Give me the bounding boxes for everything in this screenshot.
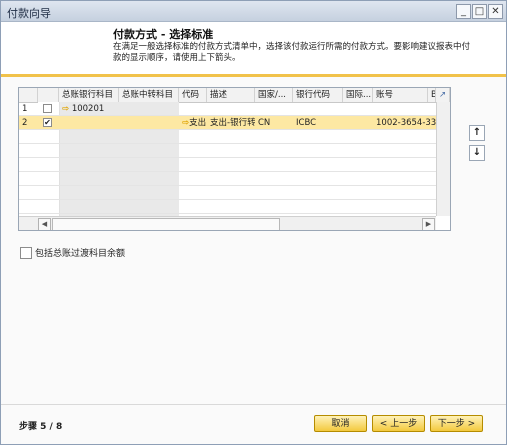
next-button[interactable]: 下一步 > [430,415,483,432]
desc-cell[interactable]: 支出-银行转账 [207,116,255,130]
table-row [19,130,450,144]
back-button[interactable]: < 上一步 [372,415,425,432]
row-number: 1 [22,104,28,114]
rownum-header [19,88,38,102]
cancel-button[interactable]: 取消 [314,415,367,432]
scroll-thumb[interactable] [52,218,280,230]
scroll-right-icon[interactable]: ▶ [422,218,435,230]
payment-wizard-window: 付款向导 _ □ ✕ 付款方式 - 选择标准 在满足一般选择标准的付款方式清单中… [0,0,507,445]
intl-cell[interactable] [343,116,373,130]
col-header-desc[interactable]: 描述 [207,88,255,102]
move-down-button[interactable]: ↓ [469,145,485,161]
table-row[interactable]: 2 ✔ ⇨支出 支出-银行转账 CN ICBC 1002-3654-33 [19,116,450,130]
window-title: 付款向导 [7,7,51,20]
row-number: 2 [22,118,28,128]
col-header-account[interactable]: 账号 [373,88,428,102]
step-description: 在满足一般选择标准的付款方式清单中，选择该付款运行所需的付款方式。要影响建议报表… [113,42,471,63]
minimize-button[interactable]: _ [456,4,471,19]
step-title: 付款方式 - 选择标准 [113,28,214,41]
row-select-checkbox[interactable] [43,104,52,113]
expand-icon[interactable]: ↗ [436,88,450,102]
vertical-scrollbar[interactable] [436,102,450,216]
country-cell[interactable]: CN [255,116,293,130]
col-header-bank-code[interactable]: 银行代码 [293,88,343,102]
step-indicator: 步骤 5 / 8 [19,422,63,432]
accent-line [1,74,506,77]
footer-divider [1,404,506,405]
grid-header: 总账银行科目 总账中转科目 代码 描述 国家/... 银行代码 国际... 账号… [19,88,450,103]
table-row [19,186,450,200]
title-bar: 付款向导 _ □ ✕ [1,1,506,22]
payment-methods-grid: 总账银行科目 总账中转科目 代码 描述 国家/... 银行代码 国际... 账号… [18,87,451,231]
col-header-code[interactable]: 代码 [179,88,207,102]
col-header-intl[interactable]: 国际... [343,88,373,102]
move-up-button[interactable]: ↑ [469,125,485,141]
table-row [19,200,450,214]
horizontal-scrollbar[interactable]: ◀ ▶ [19,216,436,230]
maximize-button[interactable]: □ [472,4,487,19]
table-row[interactable]: 1 ⇨ 100201 [19,102,450,116]
include-transit-balance-label: 包括总账过渡科目余额 [35,249,126,259]
bank-code-cell[interactable]: ICBC [293,116,343,130]
link-arrow-icon[interactable]: ⇨ [62,104,69,114]
col-header-gl-bank[interactable]: 总账银行科目 [59,88,119,102]
gl-bank-account-value: 100201 [71,104,105,114]
table-row [19,172,450,186]
table-row [19,144,450,158]
table-row [19,158,450,172]
select-header [38,88,59,102]
col-header-country[interactable]: 国家/... [255,88,293,102]
col-header-b[interactable]: B [428,88,436,102]
header-panel: 付款方式 - 选择标准 在满足一般选择标准的付款方式清单中，选择该付款运行所需的… [1,22,506,75]
gl-bank-account-cell[interactable]: ⇨ 100201 [59,102,119,116]
code-value: 支出 [189,118,207,128]
row-select-checkbox-checked[interactable]: ✔ [43,118,52,127]
code-cell[interactable]: ⇨支出 [179,116,207,130]
account-cell[interactable]: 1002-3654-33 [373,116,436,130]
scroll-left-icon[interactable]: ◀ [38,218,51,230]
include-transit-balance-checkbox[interactable] [20,247,32,259]
col-header-gl-transit[interactable]: 总账中转科目 [119,88,179,102]
close-button[interactable]: ✕ [488,4,503,19]
